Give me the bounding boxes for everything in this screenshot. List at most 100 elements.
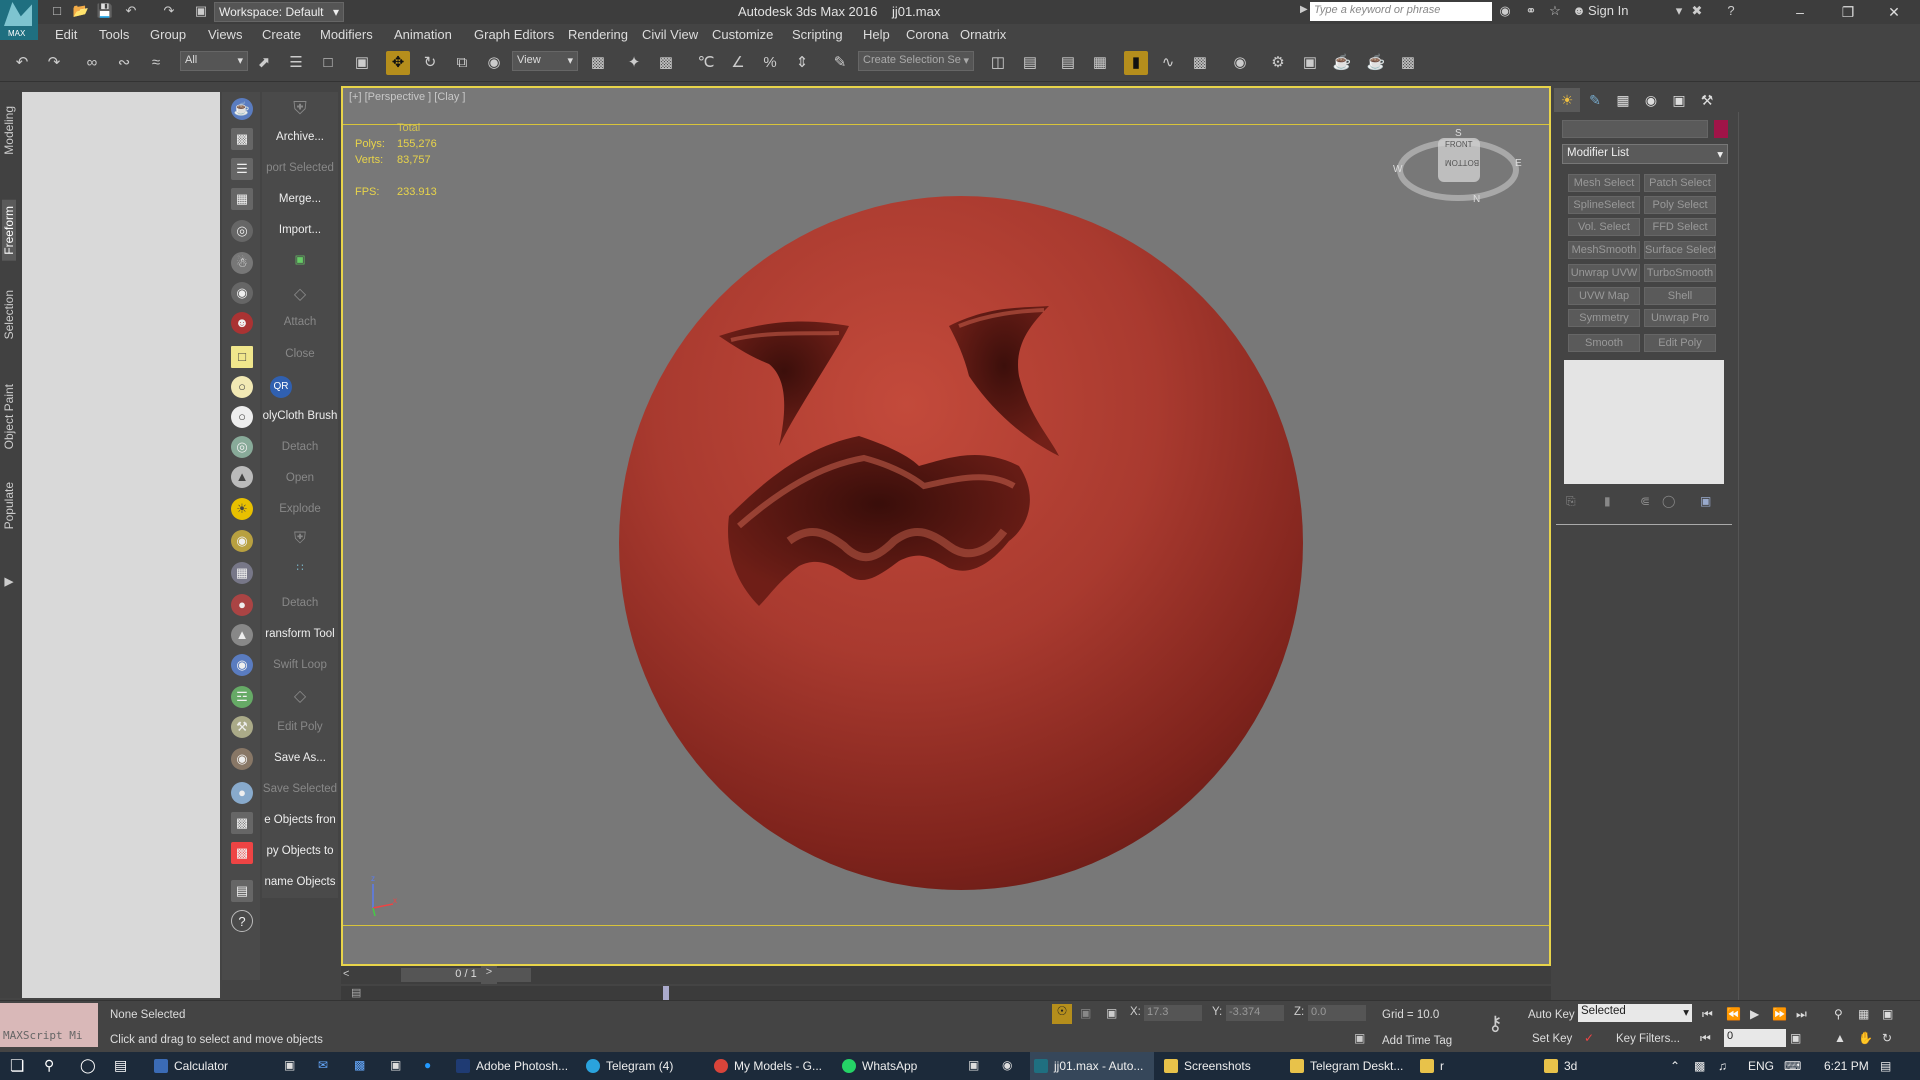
time-tag-icon[interactable]: ▣ <box>1354 1031 1365 1045</box>
geosphere-icon[interactable]: ◎ <box>231 436 253 458</box>
viewcube-front-label[interactable]: FRONT <box>1445 140 1473 149</box>
motion-tab-icon[interactable]: ◉ <box>1638 88 1664 112</box>
ribbon-collapse-icon[interactable]: ◀ <box>2 576 16 590</box>
menu-edit[interactable]: Edit <box>55 27 77 42</box>
unwrap-uvw-button[interactable]: Unwrap UVW <box>1568 264 1640 282</box>
taskbar-telegram[interactable]: Telegram (4) <box>582 1052 712 1080</box>
detach-button-2[interactable]: Detach <box>262 597 338 609</box>
bind-space-warp-icon[interactable]: ≈ <box>144 51 168 75</box>
cylinder-icon[interactable]: ◉ <box>231 748 253 770</box>
menu-civil-view[interactable]: Civil View <box>642 27 698 42</box>
menu-animation[interactable]: Animation <box>394 27 452 42</box>
curve-editor-icon[interactable]: ∿ <box>1156 51 1180 75</box>
taskbar-3dsmax[interactable]: jj01.max - Auto... <box>1030 1052 1154 1080</box>
biped-icon[interactable]: ☻ <box>231 312 253 334</box>
taskbar-r[interactable]: r <box>1416 1052 1536 1080</box>
zoom-extents-icon[interactable]: ▣ <box>1882 1007 1893 1021</box>
tab-selection[interactable]: Selection <box>2 290 16 339</box>
x-coordinate-field[interactable]: 17.3 <box>1144 1005 1202 1021</box>
percent-snap-icon[interactable]: % <box>758 51 782 75</box>
qr-badge-icon[interactable]: QR <box>270 376 292 398</box>
cortana-icon[interactable]: ◯ <box>80 1057 96 1074</box>
select-and-place-icon[interactable]: ◉ <box>482 51 506 75</box>
save-as-button[interactable]: Save As... <box>262 752 338 764</box>
exchange-icon[interactable]: ✖ <box>1688 3 1706 19</box>
time-configuration-icon[interactable]: ▣ <box>1790 1031 1801 1045</box>
select-by-name-icon[interactable]: ☰ <box>284 51 308 75</box>
open-file-icon[interactable]: 📂 <box>72 3 90 19</box>
menu-graph-editors[interactable]: Graph Editors <box>474 27 554 42</box>
object-name-field[interactable] <box>1562 120 1708 138</box>
pin-stack-icon[interactable]: ⎘ <box>1566 494 1576 509</box>
explode-button[interactable]: Explode <box>262 503 338 515</box>
turbosmooth-button[interactable]: TurboSmooth <box>1644 264 1716 282</box>
taskbar-calculator[interactable]: Calculator <box>150 1052 270 1080</box>
plane-icon[interactable]: □ <box>231 346 253 368</box>
track-bar-marker[interactable] <box>663 986 669 1000</box>
spinner-snap-icon[interactable]: ⇕ <box>790 51 814 75</box>
sculpted-sphere-model[interactable] <box>619 196 1303 890</box>
wrench-icon[interactable]: ⚒ <box>231 716 253 738</box>
isolate-selection-icon[interactable]: ☉ <box>1052 1004 1072 1024</box>
cone-icon[interactable]: ▲ <box>231 466 253 488</box>
absolute-mode-icon[interactable]: ▣ <box>1106 1006 1117 1020</box>
layer-explorer-icon[interactable]: ▤ <box>1056 51 1080 75</box>
taskbar-whatsapp[interactable]: WhatsApp <box>838 1052 958 1080</box>
tab-object-paint[interactable]: Object Paint <box>2 384 16 449</box>
unlink-icon[interactable]: ∾ <box>112 51 136 75</box>
z-coordinate-field[interactable]: 0.0 <box>1308 1005 1366 1021</box>
rectangular-region-icon[interactable]: □ <box>316 51 340 75</box>
taskbar-photoshop[interactable]: Adobe Photosh... <box>452 1052 582 1080</box>
subscription-icon[interactable]: ⚭ <box>1522 3 1540 19</box>
mesh-select-button[interactable]: Mesh Select <box>1568 174 1640 192</box>
app-logo[interactable]: MAX <box>0 0 38 40</box>
material-ball-icon[interactable]: ● <box>231 594 253 616</box>
key-filters-button[interactable]: Key Filters... <box>1616 1033 1680 1045</box>
search-icon[interactable]: ⚲ <box>44 1057 54 1074</box>
render-production-icon[interactable]: ☕ <box>1330 51 1354 75</box>
character-icon[interactable]: ☃ <box>231 252 253 274</box>
previous-frame-icon[interactable]: ⏪ <box>1726 1007 1741 1021</box>
camera-icon[interactable]: ◎ <box>231 220 253 242</box>
field-of-view-icon[interactable]: ▲ <box>1834 1031 1846 1045</box>
language-indicator[interactable]: ENG <box>1748 1059 1774 1073</box>
skype-icon[interactable]: ● <box>424 1058 431 1072</box>
play-icon[interactable]: ▶ <box>1750 1007 1759 1021</box>
taskbar-telegram-desktop[interactable]: Telegram Deskt... <box>1286 1052 1416 1080</box>
tab-freeform[interactable]: Freeform <box>2 200 16 261</box>
network-icon[interactable]: ▩ <box>1694 1059 1705 1073</box>
disc-icon[interactable]: ○ <box>231 376 253 398</box>
close-button[interactable]: ✕ <box>1874 1 1914 23</box>
create-tab-icon[interactable]: ☀ <box>1554 88 1580 112</box>
add-time-tag-button[interactable]: Add Time Tag <box>1382 1035 1452 1047</box>
poly-select-button[interactable]: Poly Select <box>1644 196 1716 214</box>
hair-icon[interactable]: ☲ <box>231 686 253 708</box>
layer-icon[interactable]: ▩ <box>231 812 253 834</box>
task-view-icon[interactable]: ▤ <box>114 1057 127 1074</box>
vol-select-button[interactable]: Vol. Select <box>1568 218 1640 236</box>
redo-icon[interactable]: ↷ <box>160 3 178 19</box>
select-object-icon[interactable]: ⬈ <box>252 51 276 75</box>
copy-objects-button[interactable]: py Objects to <box>262 845 338 857</box>
time-slider[interactable]: < 0 / 1 > <box>341 966 1551 984</box>
settings-icon[interactable]: ▤ <box>231 880 253 902</box>
modify-tab-icon[interactable]: ✎ <box>1582 88 1608 112</box>
zoom-icon[interactable]: ⚲ <box>1834 1007 1843 1021</box>
open-button[interactable]: Open <box>262 472 338 484</box>
project-folder-icon[interactable]: ▣ <box>192 3 210 19</box>
green-box-icon[interactable]: ▣ <box>262 252 338 266</box>
make-unique-icon[interactable]: ⋐ <box>1640 494 1650 508</box>
edit-poly-modifier-button[interactable]: Edit Poly <box>1644 334 1716 352</box>
taskbar-screenshots[interactable]: Screenshots <box>1160 1052 1286 1080</box>
app-icon[interactable]: ▣ <box>968 1058 979 1072</box>
snaps-toggle-icon[interactable]: ℃ <box>694 51 718 75</box>
track-bar[interactable]: ▤ <box>341 986 1551 1000</box>
rendered-frame-window-icon[interactable]: ▣ <box>1298 51 1322 75</box>
render-iterative-icon[interactable]: ☕ <box>1364 51 1388 75</box>
menu-help[interactable]: Help <box>863 27 890 42</box>
sphere-icon[interactable]: ○ <box>231 406 253 428</box>
ribbon-toggle-icon[interactable]: ▮ <box>1124 51 1148 75</box>
transform-tool-button[interactable]: ransform Tool <box>262 628 338 640</box>
select-and-move-icon[interactable]: ✥ <box>386 51 410 75</box>
omni-light-icon[interactable]: ◉ <box>231 530 253 552</box>
